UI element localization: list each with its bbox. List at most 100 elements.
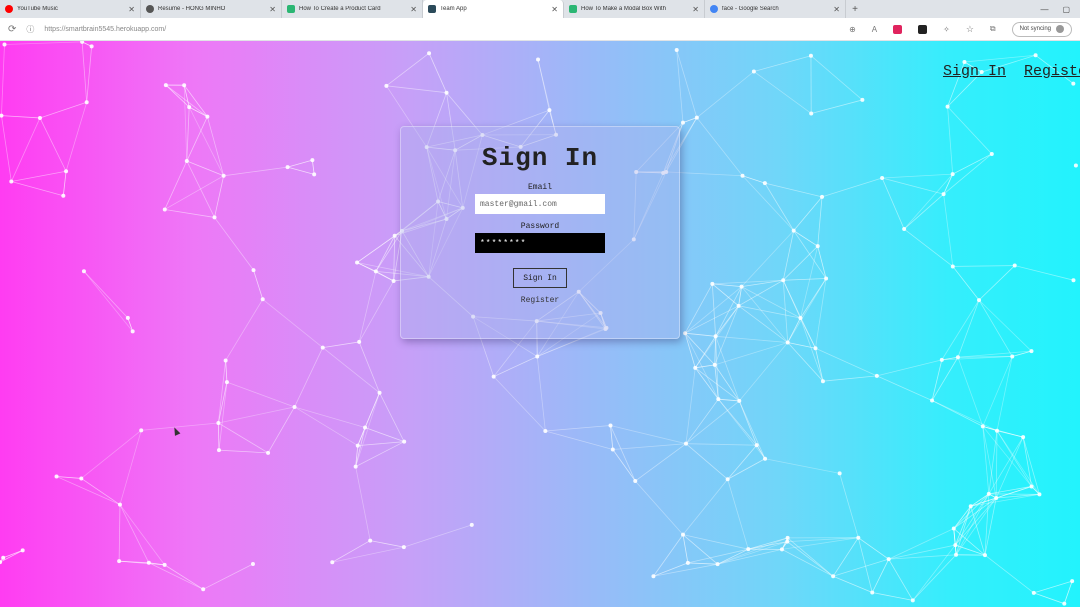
extension-icon[interactable] [893,24,903,34]
close-icon[interactable]: ✕ [128,5,135,14]
network-node [162,562,167,567]
close-icon[interactable]: ✕ [410,5,417,14]
network-link [1063,580,1073,604]
network-link [793,230,818,247]
close-icon[interactable]: ✕ [551,5,558,14]
network-link [687,562,718,565]
network-link [821,177,883,198]
network-link [332,546,404,563]
network-node [330,560,335,565]
tab-team-app[interactable]: Team App ✕ [423,0,564,18]
profile-button[interactable]: Not syncing [1011,21,1072,37]
network-node [763,456,768,461]
collections-icon[interactable]: ⧉ [990,24,996,34]
network-node [715,562,720,567]
network-node [930,398,935,403]
network-link [781,549,834,577]
network-link [817,246,827,279]
network-node [651,574,656,579]
network-link [741,286,801,319]
zoom-icon[interactable]: ⊕ [849,25,856,34]
network-node [820,379,825,384]
network-link [787,541,834,577]
network-link [822,375,877,382]
close-icon[interactable]: ✕ [269,5,276,14]
network-node [61,193,66,198]
network-node [674,48,679,53]
network-link [1,44,5,116]
network-node [0,560,3,565]
nav-signin-link[interactable]: Sign In [943,63,1006,80]
network-link [11,181,64,197]
extension-icon[interactable] [918,24,928,34]
tab-resume[interactable]: Resume - HONG MINHO ✕ [141,0,282,18]
network-node [543,428,548,433]
close-icon[interactable]: ✕ [692,5,699,14]
network-node [968,504,973,509]
new-tab-button[interactable]: + [846,0,864,18]
tab-google-search[interactable]: face - Google Search ✕ [705,0,846,18]
youtube-music-icon [5,5,13,13]
network-node [751,69,756,74]
signin-button[interactable]: Sign In [513,268,567,288]
extensions-puzzle-icon[interactable]: ✧ [943,25,950,34]
tab-modal-box[interactable]: How To Make a Modal Box With ✕ [564,0,705,18]
network-link [226,381,295,408]
site-info-icon[interactable]: ⓘ [26,24,34,35]
network-node [986,491,991,496]
network-node [216,448,221,453]
register-link[interactable]: Register [521,296,559,305]
network-link [832,537,859,577]
network-node [950,172,955,177]
network-link [903,193,944,230]
favorites-star-icon[interactable]: ☆ [966,24,974,35]
network-link [882,173,953,179]
network-node [809,111,814,116]
network-node [391,278,396,283]
email-field[interactable] [475,194,605,214]
maximize-icon[interactable]: ▢ [1062,5,1070,14]
network-link [978,299,1032,352]
network-node [310,158,315,163]
network-link [695,364,715,369]
nav-register-link[interactable]: Register [1024,63,1080,80]
network-node [125,315,130,320]
network-node [815,244,820,249]
network-link [225,360,228,383]
network-link [653,534,684,577]
close-icon[interactable]: ✕ [833,5,840,14]
password-field[interactable] [475,233,605,253]
network-link [715,286,742,337]
network-link [311,160,315,175]
network-node [994,495,999,500]
network-link [952,266,980,301]
w3-icon [569,5,577,13]
network-node [187,105,192,110]
network-node [1070,579,1075,584]
network-link [287,166,315,175]
reload-icon[interactable]: ⟳ [8,24,16,35]
tab-label: Team App [440,6,467,12]
network-link [947,106,993,155]
network-link [294,406,366,428]
network-link [39,117,67,172]
network-node [401,545,406,550]
network-node [762,181,767,186]
minimize-icon[interactable]: — [1040,5,1048,14]
network-link [782,230,795,281]
network-node [977,298,982,303]
network-node [260,297,265,302]
network-node [392,233,397,238]
network-link [322,341,360,348]
network-link [218,406,295,424]
network-node [808,53,813,58]
read-aloud-icon[interactable]: A [872,25,877,34]
network-node [740,173,745,178]
address-bar[interactable]: https://smartbrain5545.herokuapp.com/ [44,26,166,33]
network-link [753,55,812,72]
tab-youtube-music[interactable]: YouTube Music ✕ [0,0,141,18]
tab-product-card[interactable]: How To Create a Product Card ✕ [282,0,423,18]
network-node [779,547,784,552]
network-link [536,356,546,432]
network-link [685,332,716,337]
